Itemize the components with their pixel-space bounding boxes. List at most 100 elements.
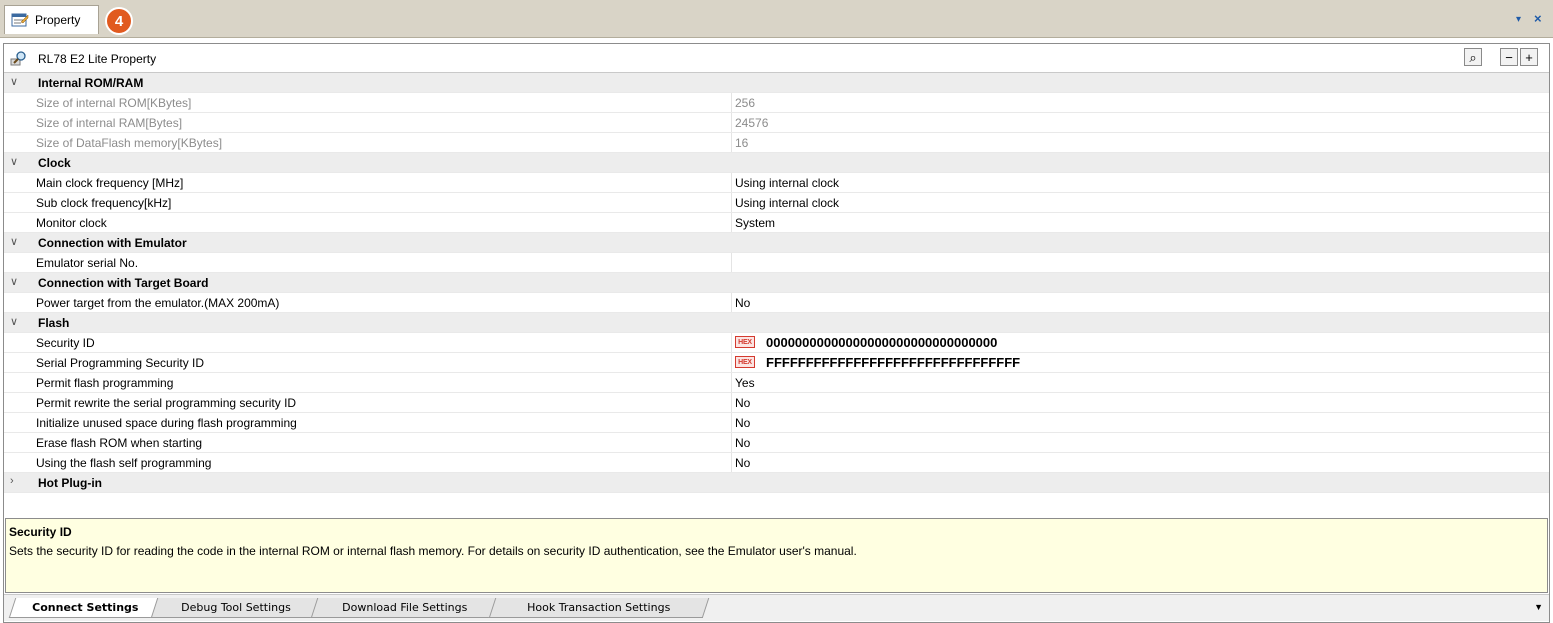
category-connection-with-target-board[interactable]: ∨ Connection with Target Board: [4, 273, 1549, 293]
chevron-down-icon[interactable]: ∨: [10, 275, 18, 288]
description-title: Security ID: [9, 525, 72, 539]
property-value-cell[interactable]: Yes: [731, 373, 1549, 392]
chevron-down-icon[interactable]: ∨: [10, 75, 18, 88]
tab-label: Hook Transaction Settings: [527, 601, 671, 614]
search-icon: ⌕: [1469, 49, 1477, 65]
pin-dropdown-icon[interactable]: ▾: [1516, 14, 1521, 25]
minus-icon: −: [1505, 49, 1513, 65]
property-value-cell[interactable]: No: [731, 293, 1549, 312]
property-name: Emulator serial No.: [36, 256, 139, 270]
property-value-cell[interactable]: No: [731, 433, 1549, 452]
property-row-using-the-flash-self-programming[interactable]: Using the flash self programming No: [4, 453, 1549, 473]
property-value: No: [735, 416, 751, 430]
step-number-badge: 4: [105, 7, 133, 35]
property-value-cell[interactable]: No: [731, 453, 1549, 472]
description-pane: Security ID Sets the security ID for rea…: [5, 518, 1548, 593]
category-label: Connection with Emulator: [38, 236, 187, 250]
description-text: Sets the security ID for reading the cod…: [9, 544, 857, 558]
property-row-sub-clock-frequency-khz[interactable]: Sub clock frequency[kHz] Using internal c…: [4, 193, 1549, 213]
property-name: Main clock frequency [MHz]: [36, 176, 184, 190]
category-internal-rom-ram[interactable]: ∨ Internal ROM/RAM: [4, 73, 1549, 93]
hex-icon: HEX: [735, 336, 755, 348]
property-window-icon: [11, 13, 29, 27]
tab-label: Property: [35, 13, 81, 27]
property-value: No: [735, 436, 751, 450]
category-flash[interactable]: ∨ Flash: [4, 313, 1549, 333]
tab-connect-settings[interactable]: Connect Settings: [8, 598, 162, 618]
hex-icon: HEX: [735, 356, 755, 368]
property-row-initialize-unused-space-during-flash-programming[interactable]: Initialize unused space during flash pro…: [4, 413, 1549, 433]
tab-property[interactable]: Property: [4, 5, 99, 34]
property-name: Power target from the emulator.(MAX 200m…: [36, 296, 280, 310]
tab-label: Connect Settings: [32, 601, 139, 614]
property-name: Permit flash programming: [36, 376, 174, 390]
property-row-permit-rewrite-the-serial-programming-security-id[interactable]: Permit rewrite the serial programming se…: [4, 393, 1549, 413]
property-value-cell[interactable]: Using internal clock: [731, 173, 1549, 192]
chevron-down-icon[interactable]: ∨: [10, 155, 18, 168]
property-row-security-id[interactable]: Security ID HEX 00000000000000000000000000…: [4, 333, 1549, 353]
category-label: Flash: [38, 316, 70, 330]
property-value: No: [735, 456, 751, 470]
property-value-cell[interactable]: No: [731, 413, 1549, 432]
property-row-emulator-serial-no[interactable]: Emulator serial No.: [4, 253, 1549, 273]
property-name: Size of DataFlash memory[KBytes]: [36, 136, 223, 150]
property-name: Initialize unused space during flash pro…: [36, 416, 297, 430]
tab-hook-transaction-settings[interactable]: Hook Transaction Settings: [488, 598, 710, 618]
property-row-serial-programming-security-id[interactable]: Serial Programming Security ID HEX FFFFFFF…: [4, 353, 1549, 373]
property-search-icon: [10, 51, 26, 66]
tab-list-dropdown-icon[interactable]: ▼: [1534, 602, 1543, 612]
chevron-down-icon[interactable]: ∨: [10, 235, 18, 248]
chevron-down-icon[interactable]: ∨: [10, 315, 18, 328]
close-icon[interactable]: ×: [1534, 11, 1542, 26]
expand-all-button[interactable]: +: [1520, 48, 1538, 66]
property-row-monitor-clock[interactable]: Monitor clock System: [4, 213, 1549, 233]
document-tab-strip: Property 4 ▾ ×: [0, 0, 1553, 38]
property-name: Permit rewrite the serial programming se…: [36, 396, 297, 410]
property-value-cell: 256: [731, 93, 1549, 112]
property-row-permit-flash-programming[interactable]: Permit flash programming Yes: [4, 373, 1549, 393]
property-name: Serial Programming Security ID: [36, 356, 205, 370]
chevron-right-icon[interactable]: ›: [10, 475, 14, 487]
property-row-power-target-from-the-emulator-max-200ma[interactable]: Power target from the emulator.(MAX 200m…: [4, 293, 1549, 313]
category-clock[interactable]: ∨ Clock: [4, 153, 1549, 173]
category-hot-plug-in[interactable]: › Hot Plug-in: [4, 473, 1549, 493]
tab-label: Download File Settings: [342, 601, 468, 614]
property-panel: RL78 E2 Lite Property ⌕ − + ∨ Internal RO…: [3, 43, 1550, 623]
property-name: Using the flash self programming: [36, 456, 212, 470]
property-value: Using internal clock: [735, 196, 840, 210]
property-value-cell[interactable]: Using internal clock: [731, 193, 1549, 212]
category-connection-with-emulator[interactable]: ∨ Connection with Emulator: [4, 233, 1549, 253]
property-row-size-of-internal-rom-kbytes[interactable]: Size of internal ROM[KBytes] 256: [4, 93, 1549, 113]
property-value: FFFFFFFFFFFFFFFFFFFFFFFFFFFFFFFF: [766, 355, 1021, 370]
property-value: 24576: [735, 116, 769, 130]
property-panel-header: RL78 E2 Lite Property ⌕ − +: [4, 44, 1549, 73]
property-value-cell: 24576: [731, 113, 1549, 132]
property-value-cell[interactable]: No: [731, 393, 1549, 412]
property-value-cell: 16: [731, 133, 1549, 152]
tab-download-file-settings[interactable]: Download File Settings: [310, 598, 500, 618]
property-name: Size of internal RAM[Bytes]: [36, 116, 183, 130]
category-label: Internal ROM/RAM: [38, 76, 144, 90]
tab-debug-tool-settings[interactable]: Debug Tool Settings: [150, 598, 322, 618]
property-value: System: [735, 216, 776, 230]
search-button[interactable]: ⌕: [1464, 48, 1482, 66]
property-value-cell[interactable]: HEX 00000000000000000000000000000000: [731, 333, 1549, 352]
property-row-size-of-dataflash-memory-kbytes[interactable]: Size of DataFlash memory[KBytes] 16: [4, 133, 1549, 153]
property-value-cell[interactable]: [731, 253, 1549, 272]
property-name: Sub clock frequency[kHz]: [36, 196, 172, 210]
property-row-main-clock-frequency-mhz[interactable]: Main clock frequency [MHz] Using internal…: [4, 173, 1549, 193]
collapse-all-button[interactable]: −: [1500, 48, 1518, 66]
property-name: Monitor clock: [36, 216, 107, 230]
property-value: 00000000000000000000000000000000: [766, 335, 998, 350]
category-label: Connection with Target Board: [38, 276, 209, 290]
property-name: Security ID: [36, 336, 95, 350]
property-value-cell[interactable]: HEX FFFFFFFFFFFFFFFFFFFFFFFFFFFFFFFF: [731, 353, 1549, 372]
property-row-erase-flash-rom-when-starting[interactable]: Erase flash ROM when starting No: [4, 433, 1549, 453]
property-value: 16: [735, 136, 749, 150]
tab-label: Debug Tool Settings: [181, 601, 291, 614]
property-value-cell[interactable]: System: [731, 213, 1549, 232]
plus-icon: +: [1525, 49, 1533, 65]
property-grid: ∨ Internal ROM/RAM Size of internal ROM[KB…: [4, 73, 1549, 493]
property-value: Using internal clock: [735, 176, 840, 190]
property-row-size-of-internal-ram-bytes[interactable]: Size of internal RAM[Bytes] 24576: [4, 113, 1549, 133]
